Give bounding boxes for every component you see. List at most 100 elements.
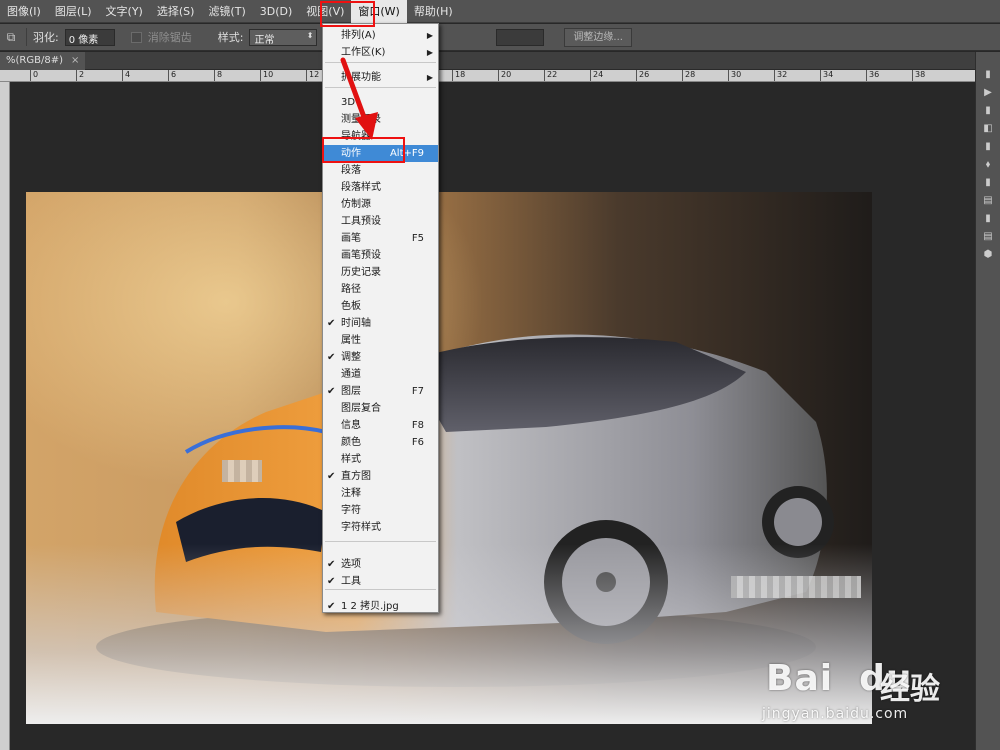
window-menu-item[interactable]: ✔ 调整 [323, 349, 438, 366]
window-menu-item[interactable]: 属性 [323, 332, 438, 349]
window-menu-item[interactable]: 信息 F8 [323, 417, 438, 434]
marquee-options-icon[interactable]: ⧉ [2, 28, 20, 46]
window-menu-item[interactable]: 工作区(K) ▶ [323, 44, 438, 61]
window-menu-item[interactable]: 字符样式 [323, 519, 438, 536]
menu-item-label: 历史记录 [341, 267, 381, 278]
ruler-tick: 36 [866, 70, 879, 81]
menu-item[interactable]: 3D(D) [253, 0, 300, 23]
menu-item[interactable]: 文字(Y) [99, 0, 150, 23]
window-menu-item[interactable]: 导航器 [323, 128, 438, 145]
antialias-checkbox[interactable] [130, 31, 142, 43]
height-input[interactable] [496, 28, 545, 46]
menu-item[interactable]: 图像(I) [0, 0, 48, 23]
feather-input[interactable]: 0 像素 [64, 28, 115, 46]
menu-item[interactable]: 帮助(H) [407, 0, 460, 23]
panel-icon[interactable]: ⬢ [981, 250, 995, 260]
ruler-tick: 4 [122, 70, 130, 81]
menu-item-label: 图层复合 [341, 403, 381, 414]
menu-item-label: 通道 [341, 369, 361, 380]
submenu-arrow-icon: ▶ [426, 48, 433, 57]
submenu-arrow-icon: ▶ [426, 73, 433, 82]
window-menu-item[interactable]: 工具预设 [323, 213, 438, 230]
menu-item[interactable]: 窗口(W) [351, 0, 407, 23]
ruler-label: 36 [869, 70, 880, 79]
window-menu-item[interactable]: 路径 [323, 281, 438, 298]
ruler-label: 22 [547, 70, 558, 79]
window-menu-item[interactable]: 段落样式 [323, 179, 438, 196]
document-tab[interactable]: %(RGB/8#) × [0, 52, 86, 70]
panel-icon[interactable]: ▮ [981, 70, 995, 80]
ruler-label: 32 [777, 70, 788, 79]
watermark-cn: 经验 [880, 672, 940, 707]
window-menu-item[interactable]: 颜色 F6 [323, 434, 438, 451]
ruler-tick: 34 [820, 70, 833, 81]
ruler-tick: 20 [498, 70, 511, 81]
menu-item-label: 调整 [341, 352, 361, 363]
window-menu-item[interactable]: 字符 [323, 502, 438, 519]
menu-item-label: 图层 [341, 386, 361, 397]
ruler-label: 10 [263, 70, 274, 79]
window-menu-item[interactable]: ✔ 直方图 [323, 468, 438, 485]
menu-separator [325, 541, 436, 542]
panel-icon[interactable]: ⬧ [981, 160, 995, 170]
car-concept-image [26, 192, 872, 724]
panel-icon[interactable]: ◧ [981, 124, 995, 134]
style-label: 样式: [217, 31, 244, 44]
panel-icon[interactable]: ▤ [981, 232, 995, 242]
close-icon[interactable]: × [71, 55, 79, 66]
panel-icon[interactable]: ▮ [981, 142, 995, 152]
window-menu-item[interactable]: 测量记录 [323, 111, 438, 128]
window-menu-item[interactable]: ✔ 图层 F7 [323, 383, 438, 400]
window-menu-item[interactable]: 通道 [323, 366, 438, 383]
menu-item[interactable]: 选择(S) [150, 0, 202, 23]
window-menu-item[interactable]: 注释 [323, 485, 438, 502]
window-menu-item[interactable]: 动作 Alt+F9 [323, 145, 438, 162]
ruler-tick: 30 [728, 70, 741, 81]
menu-item[interactable]: 视图(V) [299, 0, 351, 23]
menu-item-label: 导航器 [341, 131, 371, 142]
refine-edge-button[interactable]: 调整边缘... [564, 27, 632, 47]
ruler-tick: 26 [636, 70, 649, 81]
panel-icon[interactable]: ▮ [981, 178, 995, 188]
panel-icon[interactable]: ▶ [981, 88, 995, 98]
ruler-label: 34 [823, 70, 834, 79]
window-menu-item[interactable]: 扩展功能 ▶ [323, 69, 438, 86]
ruler-tick: 2 [76, 70, 84, 81]
ruler-label: 38 [915, 70, 926, 79]
ruler-tick: 18 [452, 70, 465, 81]
checkmark-icon: ✔ [327, 352, 336, 363]
panel-icon[interactable]: ▮ [981, 106, 995, 116]
window-menu-item[interactable]: 样式 [323, 451, 438, 468]
horizontal-ruler: 0 2 4 6 8 10 12 18 20 22 24 26 28 30 32 34 36 38 [0, 70, 975, 82]
window-menu-item[interactable]: 画笔预设 [323, 247, 438, 264]
menu-item-label: 色板 [341, 301, 361, 312]
window-menu-item[interactable]: 3D [323, 94, 438, 111]
window-menu-item[interactable]: ✔ 选项 [323, 556, 438, 573]
menu-item[interactable]: 滤镜(T) [201, 0, 252, 23]
baidu-jingyan-watermark: Bai du 经验 jingyan.baidu.com [762, 640, 994, 740]
submenu-arrow-icon: ▶ [426, 31, 433, 40]
window-menu-item[interactable]: ✔ 1 2 拷贝.jpg [323, 598, 438, 612]
ruler-label: 8 [217, 70, 223, 79]
style-select[interactable]: 正常 ⬍ [249, 28, 318, 46]
shortcut-label: F7 [411, 386, 424, 397]
window-menu-item[interactable]: 色板 [323, 298, 438, 315]
ruler-tick: 0 [30, 70, 38, 81]
menu-item-label: 属性 [341, 335, 361, 346]
panel-icon[interactable]: ▮ [981, 214, 995, 224]
window-menu-item[interactable]: ✔ 工具 [323, 573, 438, 590]
window-menu-item[interactable]: 段落 [323, 162, 438, 179]
panel-icon[interactable]: ▤ [981, 196, 995, 206]
window-menu-item[interactable]: 排列(A) ▶ [323, 27, 438, 44]
window-menu-item[interactable]: 图层复合 [323, 400, 438, 417]
menu-item-label: 画笔预设 [341, 250, 381, 261]
menu-separator [325, 87, 436, 88]
menu-item-label: 信息 [341, 420, 361, 431]
window-menu-item[interactable]: 历史记录 [323, 264, 438, 281]
window-menu-item[interactable]: ✔ 时间轴 [323, 315, 438, 332]
menu-item-label: 3D [341, 97, 356, 108]
window-menu-item[interactable]: 画笔 F5 [323, 230, 438, 247]
shortcut-label: F8 [411, 420, 424, 431]
menu-item[interactable]: 图层(L) [48, 0, 99, 23]
window-menu-item[interactable]: 仿制源 [323, 196, 438, 213]
